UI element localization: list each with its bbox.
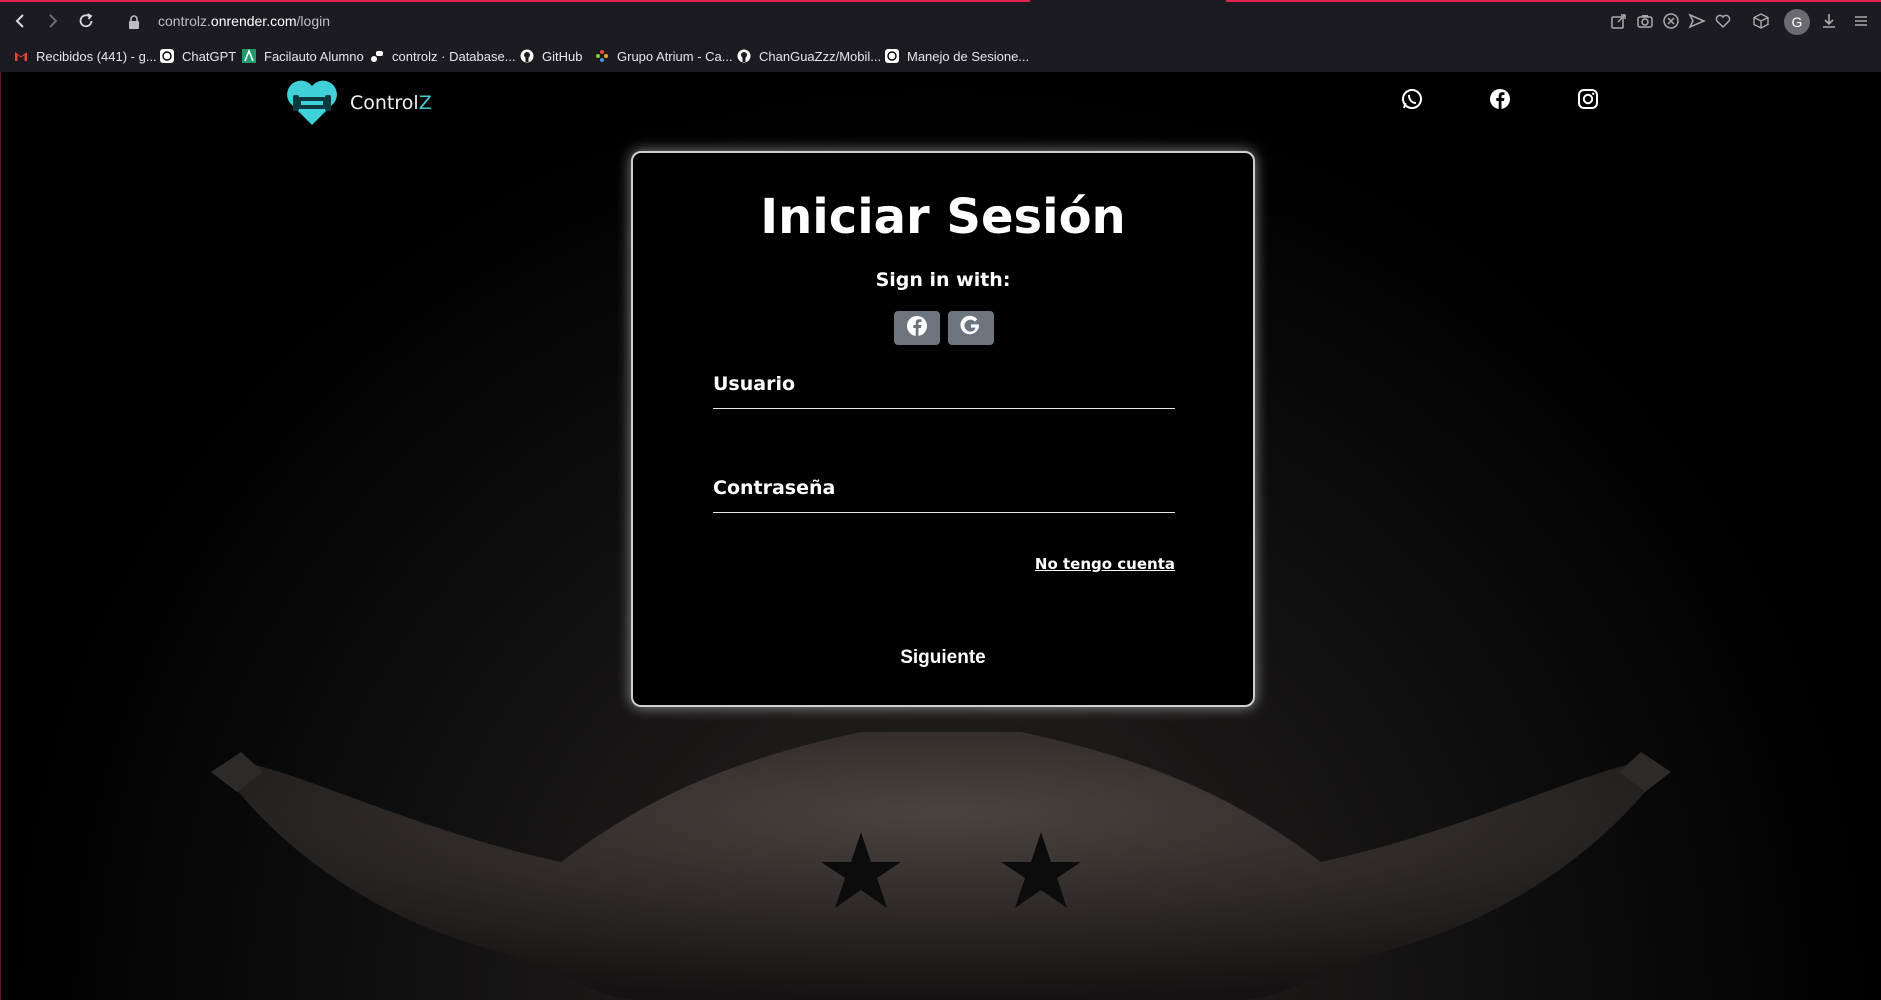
brand-name-main: Control: [350, 92, 419, 114]
heart-dumbbell-logo-icon: [285, 77, 339, 129]
chatgpt-icon: [885, 49, 899, 63]
url-host: onrender.com: [210, 13, 297, 29]
bookmark-label: ChanGuaZzz/Mobil...: [759, 48, 882, 64]
url-bar[interactable]: controlz.onrender.com/login: [158, 13, 330, 29]
bookmark-item[interactable]: GitHub: [520, 46, 582, 66]
facebook-icon: [906, 315, 928, 341]
bookmark-label: controlz · Database...: [392, 48, 516, 64]
username-input[interactable]: [713, 365, 1175, 408]
browser-chrome: controlz.onrender.com/login G Recibidos …: [0, 0, 1881, 72]
password-input[interactable]: [713, 469, 1175, 512]
google-icon: [960, 315, 982, 341]
share-icon[interactable]: [1610, 12, 1628, 30]
login-title: Iniciar Sesión: [760, 189, 1126, 245]
bookmark-item[interactable]: ChanGuaZzz/Mobil...: [737, 46, 881, 66]
download-icon[interactable]: [1820, 12, 1838, 30]
heart-icon[interactable]: [1714, 12, 1732, 30]
login-page: ControlZ Iniciar Sesión Sign in with: Us…: [0, 72, 1881, 1000]
brand-name-accent: Z: [418, 92, 432, 114]
bookmark-item[interactable]: ChatGPT: [160, 46, 236, 66]
bookmark-label: Manejo de Sesione...: [907, 48, 1030, 64]
render-icon: [370, 49, 384, 63]
facilauto-icon: [242, 48, 256, 63]
facebook-icon[interactable]: [1489, 88, 1511, 110]
brand[interactable]: ControlZ: [285, 77, 432, 129]
bookmarks-bar: Recibidos (441) - g... ChatGPT Facilauto…: [0, 42, 1881, 70]
menu-icon[interactable]: [1852, 12, 1870, 30]
forward-icon[interactable]: [43, 11, 63, 31]
url-prefix: controlz.: [158, 13, 211, 29]
reload-icon[interactable]: [76, 11, 96, 31]
next-button[interactable]: Siguiente: [633, 647, 1253, 669]
bookmark-item[interactable]: Grupo Atrium - Ca...: [595, 46, 733, 66]
profile-avatar[interactable]: G: [1784, 9, 1810, 35]
bookmark-item[interactable]: Facilauto Alumno: [242, 46, 364, 66]
brand-name: ControlZ: [350, 92, 432, 114]
instagram-icon[interactable]: [1577, 88, 1599, 110]
bookmark-label: Recibidos (441) - g...: [36, 48, 157, 64]
sign-in-with-label: Sign in with:: [875, 269, 1011, 291]
gmail-icon: [14, 49, 28, 63]
bookmark-label: ChatGPT: [182, 48, 237, 64]
atrium-icon: [595, 49, 609, 63]
extensions-cube-icon[interactable]: [1752, 12, 1770, 30]
bookmark-item[interactable]: Recibidos (441) - g...: [14, 46, 157, 66]
url-path: /login: [296, 13, 330, 29]
bookmark-item[interactable]: Manejo de Sesione...: [885, 46, 1029, 66]
address-bar-row: controlz.onrender.com/login G: [0, 2, 1881, 40]
bookmark-label: GitHub: [542, 48, 583, 64]
password-field[interactable]: Contraseña: [713, 469, 1175, 513]
no-account-link[interactable]: No tengo cuenta: [633, 555, 1175, 573]
chatgpt-icon: [160, 49, 174, 63]
back-icon[interactable]: [10, 11, 30, 31]
github-icon: [520, 49, 534, 63]
whatsapp-icon[interactable]: [1401, 88, 1423, 110]
send-icon[interactable]: [1688, 12, 1706, 30]
facebook-login-button[interactable]: [894, 311, 940, 345]
username-field[interactable]: Usuario: [713, 365, 1175, 409]
login-card: Iniciar Sesión Sign in with: Usuario Con…: [631, 151, 1255, 707]
github-icon: [737, 49, 751, 63]
lock-icon: [128, 14, 140, 29]
google-login-button[interactable]: [948, 311, 994, 345]
block-icon[interactable]: [1662, 12, 1680, 30]
bookmark-item[interactable]: controlz · Database...: [370, 46, 516, 66]
camera-icon[interactable]: [1636, 12, 1654, 30]
bookmark-label: Grupo Atrium - Ca...: [617, 48, 733, 64]
bookmark-label: Facilauto Alumno: [264, 48, 364, 64]
